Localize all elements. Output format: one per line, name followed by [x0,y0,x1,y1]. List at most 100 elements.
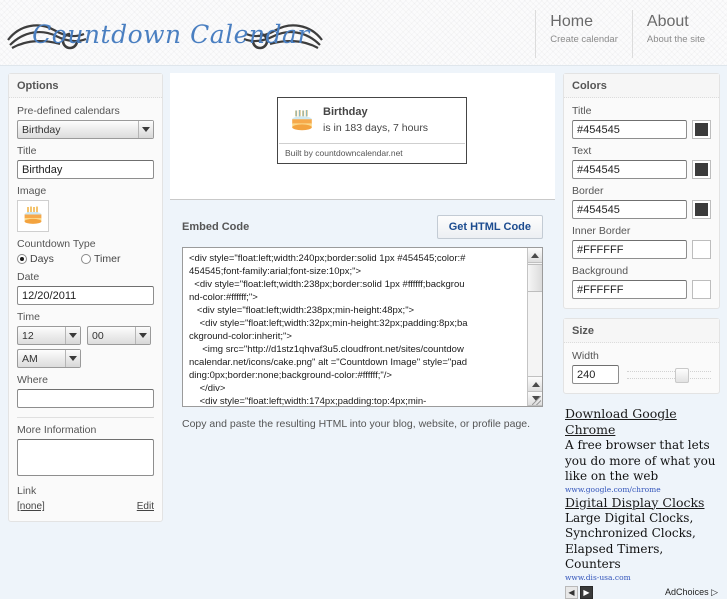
color-inner-border-input[interactable] [572,240,687,259]
meridiem-select[interactable]: AM [17,349,81,368]
hour-select-wrap[interactable]: 12 [17,326,81,345]
ad-prev-button[interactable]: ◀ [565,585,578,599]
adchoices-link[interactable]: AdChoices ▷ [665,587,718,598]
color-text-input[interactable] [572,160,687,179]
color-title-input[interactable] [572,120,687,139]
settings-sidebar: Colors Title Text Border Inner Border [563,73,720,599]
birthday-cake-icon [292,110,312,131]
color-text-label: Text [572,145,592,157]
color-background-input[interactable] [572,280,687,299]
more-information-textarea[interactable] [17,439,154,476]
color-title-label: Title [572,105,592,117]
ad-footer: ◀ ▶ AdChoices ▷ [565,585,718,599]
site-logo-text: Countdown Calendar [32,19,310,49]
color-inner-border-row [572,240,711,259]
nav-item-home-title: Home [550,13,593,30]
radio-days-icon[interactable] [17,254,27,264]
more-information-label: More Information [17,424,97,436]
title-input[interactable] [17,160,154,179]
birthday-cake-icon [24,206,42,224]
meridiem-select-wrap[interactable]: AM [17,349,81,368]
colors-panel: Colors Title Text Border Inner Border [563,73,720,309]
widget-footer: Built by countdowncalendar.net [279,143,465,162]
predefined-calendars-select-wrap[interactable]: Birthday [17,120,154,139]
ad-url-1[interactable]: www.google.com/chrome [565,485,718,495]
color-border-input[interactable] [572,200,687,219]
resize-grip-icon[interactable] [532,396,541,405]
countdown-widget-preview: Birthday is in 183 days, 7 hours Built b… [277,97,467,164]
color-border-label: Border [572,185,604,197]
width-row [572,365,711,384]
width-slider[interactable] [627,367,711,383]
embed-code-text[interactable]: <div style="float:left;width:240px;borde… [183,248,475,406]
widget-icon [285,105,319,141]
color-inner-border-swatch[interactable] [692,240,711,259]
width-input[interactable] [572,365,619,384]
radio-days-label: Days [30,253,54,265]
color-background-row [572,280,711,299]
predefined-calendars-label: Pre-defined calendars [17,105,120,117]
time-selects: 12 00 [17,326,154,345]
color-border-swatch[interactable] [692,200,711,219]
predefined-calendars-select[interactable]: Birthday [17,120,154,139]
color-text-row [572,160,711,179]
nav-item-home-sub: Create calendar [550,34,618,45]
options-panel-title: Options [9,74,162,98]
radio-timer[interactable]: Timer [81,253,120,265]
scroll-up-button-bottom[interactable] [528,376,542,391]
ad-title-1[interactable]: Download Google Chrome [565,406,718,438]
ad-title-2[interactable]: Digital Display Clocks [565,495,718,511]
image-label: Image [17,185,47,197]
link-row: [none] Edit [17,501,154,512]
get-html-code-button[interactable]: Get HTML Code [436,215,543,239]
embed-code-label: Embed Code [182,221,250,233]
where-label: Where [17,374,48,386]
embed-code-section: Embed Code Get HTML Code <div style="flo… [170,201,555,430]
color-background-swatch[interactable] [692,280,711,299]
scrollbar-thumb[interactable] [528,264,542,292]
options-panel: Options Pre-defined calendars Birthday T… [8,73,163,522]
color-text-swatch[interactable] [692,160,711,179]
divider [17,417,154,418]
nav-item-about-title: About [646,13,689,30]
ad-body-1: A free browser that lets you do more of … [565,438,716,483]
widget-preview-area: Birthday is in 183 days, 7 hours Built b… [170,73,555,200]
time-label: Time [17,311,40,323]
main-content: Birthday is in 183 days, 7 hours Built b… [170,73,555,538]
site-logo[interactable]: Countdown Calendar [6,8,336,60]
ad-pager: ◀ ▶ [565,585,593,599]
link-edit-button[interactable]: Edit [137,501,154,512]
date-input[interactable] [17,286,154,305]
nav-item-home[interactable]: Home Create calendar [535,10,632,58]
color-title-swatch[interactable] [692,120,711,139]
width-slider-knob[interactable] [675,367,689,383]
page-header: Countdown Calendar Home Create calendar … [0,0,727,66]
color-inner-border-label: Inner Border [572,225,631,237]
width-label: Width [572,350,599,362]
link-value[interactable]: [none] [17,501,45,512]
copy-paste-note: Copy and paste the resulting HTML into y… [182,418,531,430]
widget-title: Birthday [323,106,368,118]
where-input[interactable] [17,389,154,408]
radio-timer-label: Timer [94,253,121,265]
radio-days[interactable]: Days [17,253,75,265]
colors-panel-title: Colors [564,74,719,98]
ad-next-button[interactable]: ▶ [580,585,593,599]
color-background-label: Background [572,265,629,277]
color-title-row [572,120,711,139]
meridiem-row: AM [17,349,154,368]
minute-select-wrap[interactable]: 00 [87,326,151,345]
embed-code-scrollbar[interactable] [527,248,542,406]
ad-url-2[interactable]: www.dis-usa.com [565,573,718,583]
embed-code-textarea[interactable]: <div style="float:left;width:240px;borde… [182,247,543,407]
radio-timer-icon[interactable] [81,254,91,264]
link-label: Link [17,485,37,497]
image-preview[interactable] [17,200,49,232]
countdown-type-radiogroup: Days Timer [17,253,154,265]
hour-select[interactable]: 12 [17,326,81,345]
main-nav: Home Create calendar About About the sit… [535,10,719,58]
nav-item-about[interactable]: About About the site [631,10,719,58]
scroll-up-button[interactable] [528,248,542,263]
widget-countdown-text: is in 183 days, 7 hours [323,122,429,134]
minute-select[interactable]: 00 [87,326,151,345]
